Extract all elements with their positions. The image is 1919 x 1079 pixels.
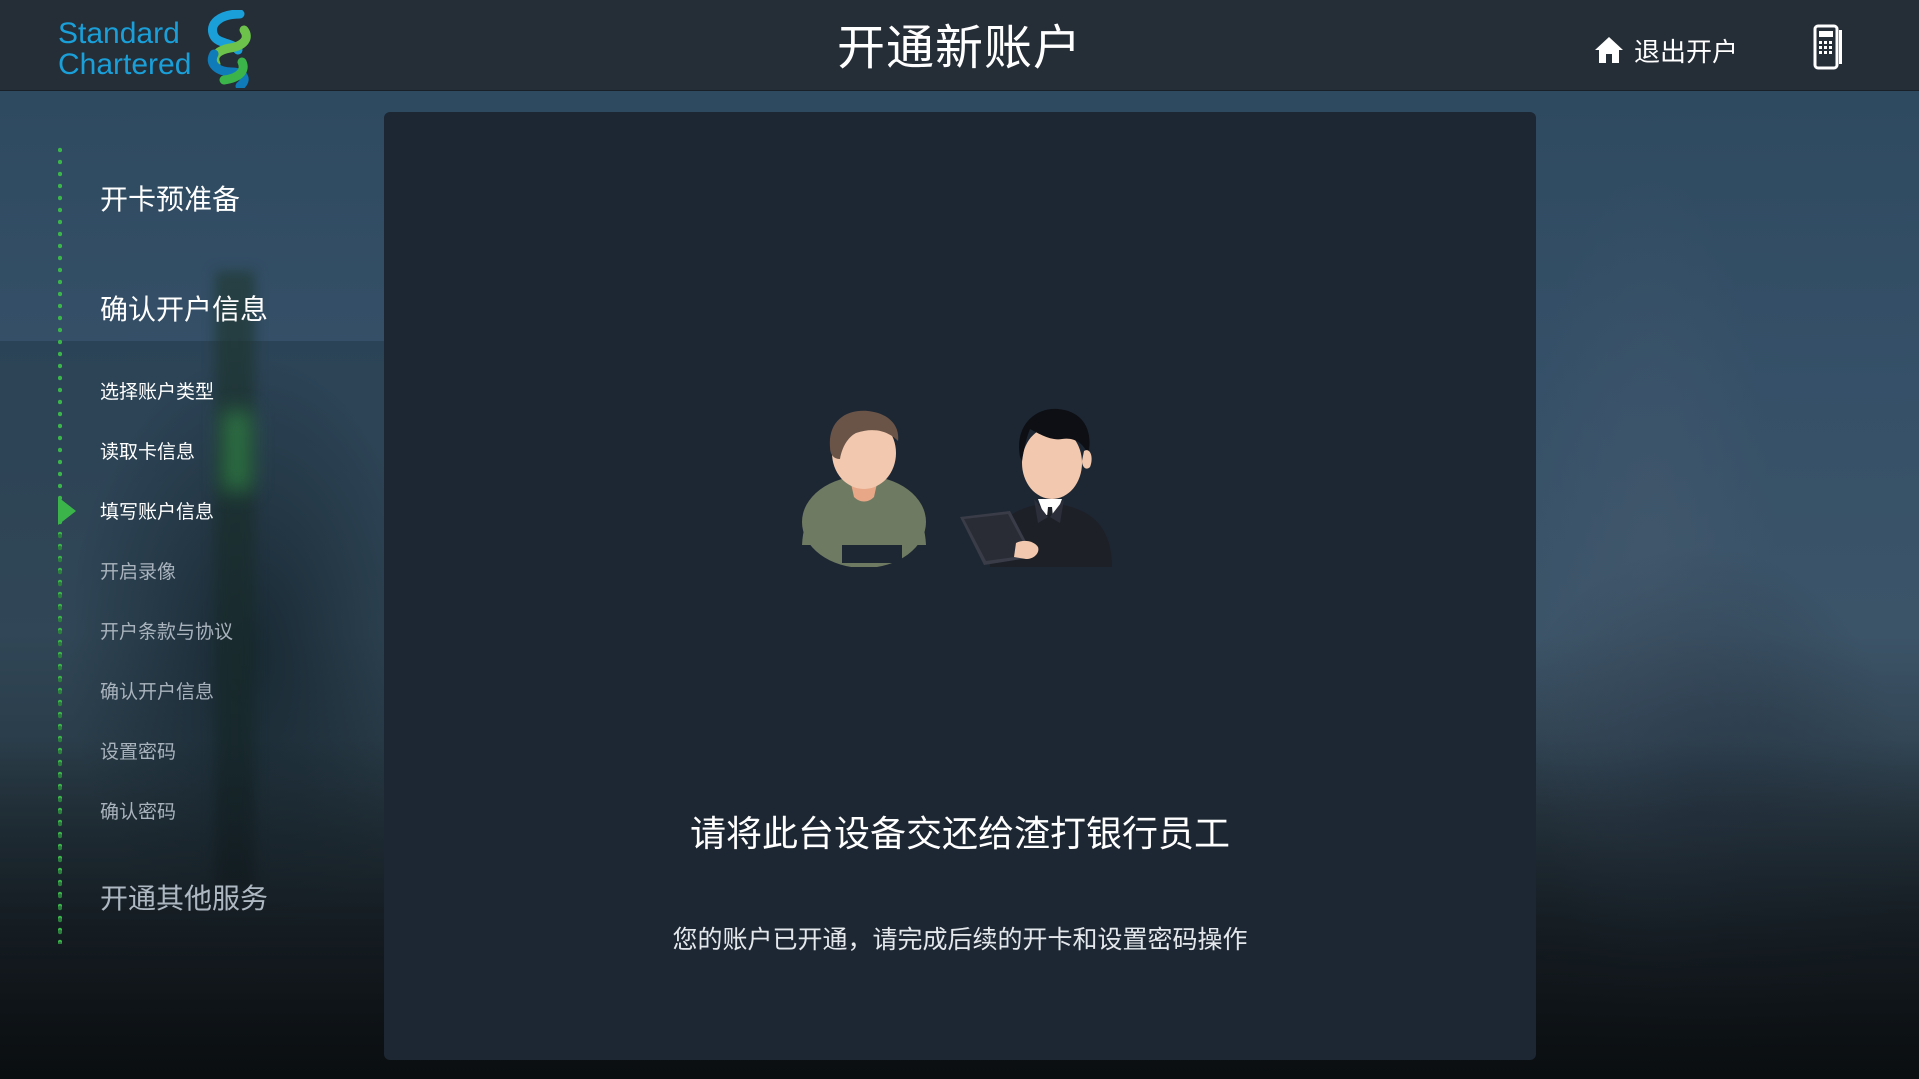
account-opened-submessage: 您的账户已开通，请完成后续的开卡和设置密码操作 — [672, 925, 1248, 954]
main-panel: 请将此台设备交还给渣打银行员工 您的账户已开通，请完成后续的开卡和设置密码操作 — [384, 112, 1536, 1060]
home-icon — [1595, 37, 1623, 63]
background-tower-glow — [222, 411, 252, 491]
step-set-password: 设置密码 — [100, 741, 177, 763]
exit-button-label: 退出开户 — [1634, 37, 1739, 68]
step-section-prepare: 开卡预准备 — [100, 183, 241, 216]
customer-and-staff-illustration — [802, 408, 1112, 567]
step-read-card-info: 读取卡信息 — [100, 441, 196, 463]
step-fill-account-info: 填写账户信息 — [100, 501, 215, 523]
return-device-message: 请将此台设备交还给渣打银行员工 — [689, 814, 1230, 855]
progress-dotted-line-remaining — [58, 530, 62, 944]
background-tower — [215, 271, 255, 891]
step-select-account-type: 选择账户类型 — [100, 381, 215, 403]
step-section-confirm-info: 确认开户信息 — [100, 293, 269, 326]
active-step-arrow-icon — [58, 497, 76, 525]
step-section-other-services: 开通其他服务 — [100, 882, 269, 915]
step-confirm-password: 确认密码 — [100, 801, 177, 823]
step-confirm-account-info: 确认开户信息 — [100, 681, 215, 703]
step-start-recording: 开启录像 — [100, 561, 177, 583]
top-bar: Standard Chartered 开通新账户 退出开户 — [0, 0, 1919, 91]
step-terms-agreement: 开户条款与协议 — [100, 621, 234, 643]
card-reader-icon[interactable] — [1813, 24, 1843, 70]
exit-account-opening-button[interactable]: 退出开户 — [1594, 30, 1738, 70]
